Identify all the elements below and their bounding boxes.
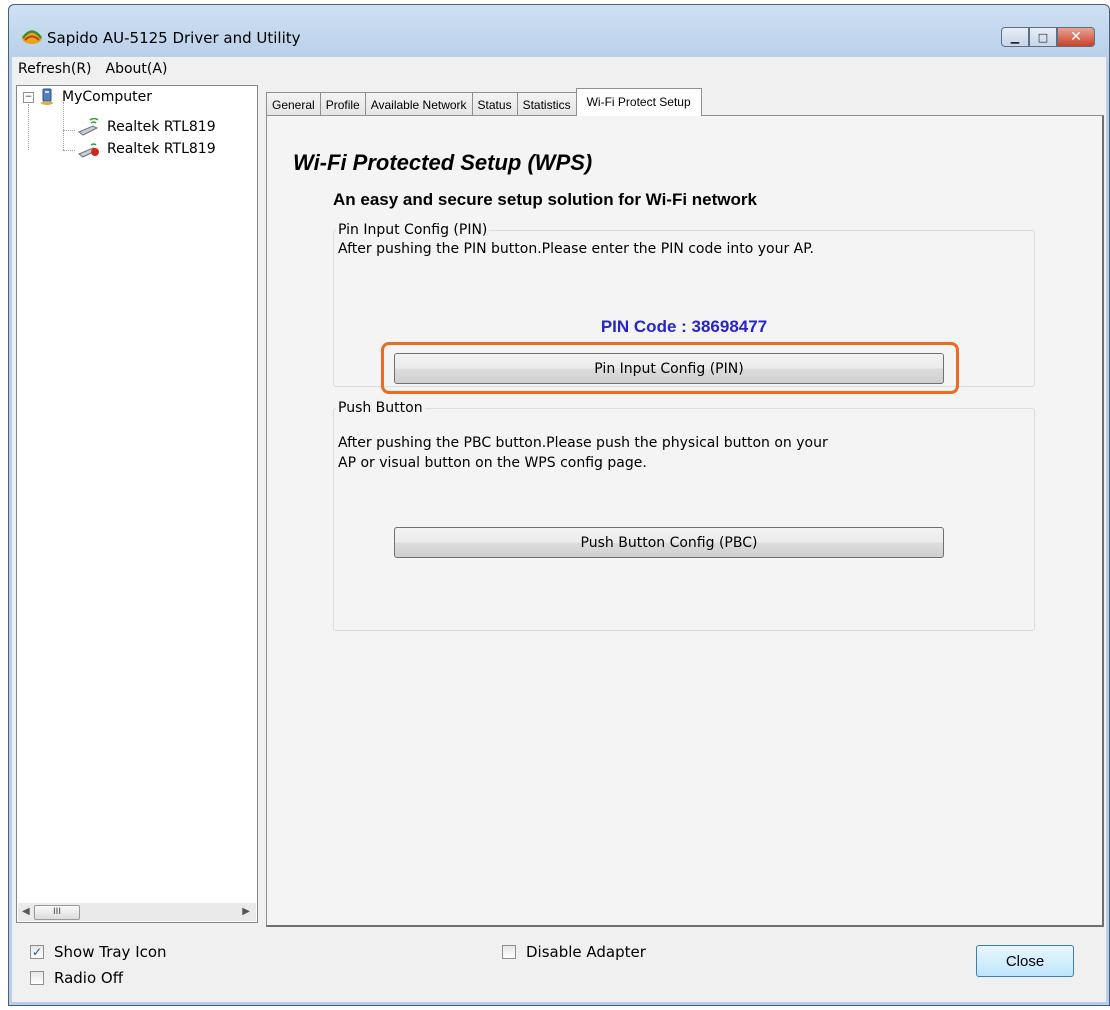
pin-description: After pushing the PIN button.Please ente… [338, 241, 814, 257]
tree-node-adapter-1[interactable]: Realtek RTL819 [77, 118, 216, 136]
checkbox-unchecked-icon[interactable] [502, 945, 516, 959]
close-window-button[interactable]: ✕ [1057, 27, 1095, 47]
app-window: Sapido AU-5125 Driver and Utility ▁ □ ✕ … [8, 4, 1110, 1006]
pbc-description-line1: After pushing the PBC button.Please push… [338, 435, 828, 451]
tab-status[interactable]: Status [471, 92, 518, 116]
tree-horizontal-scrollbar[interactable]: ◀ III ▶ [18, 903, 256, 921]
menu-about[interactable]: About(A) [100, 61, 176, 77]
maximize-icon: □ [1037, 30, 1049, 44]
tab-profile[interactable]: Profile [319, 92, 366, 116]
tab-statistics[interactable]: Statistics [516, 92, 577, 116]
page-subtitle: An easy and secure setup solution for Wi… [333, 190, 757, 209]
tab-available-network[interactable]: Available Network [364, 92, 473, 116]
checkbox-checked-icon[interactable]: ✓ [30, 945, 44, 959]
pin-group-label: Pin Input Config (PIN) [336, 222, 490, 238]
tab-strip: General Profile Available Network Status… [266, 88, 702, 116]
pin-code-value: PIN Code : 38698477 [600, 317, 768, 336]
wps-tab-page: Wi-Fi Protected Setup (WPS) An easy and … [266, 115, 1104, 927]
window-title: Sapido AU-5125 Driver and Utility [47, 29, 301, 47]
show-tray-icon-checkbox[interactable]: ✓ Show Tray Icon [30, 943, 167, 961]
tree-connector [63, 150, 75, 151]
tree-connector [28, 104, 29, 150]
push-button-config-button[interactable]: Push Button Config (PBC) [394, 527, 944, 558]
maximize-button[interactable]: □ [1029, 27, 1057, 47]
close-button[interactable]: Close [976, 945, 1074, 977]
tree-node-mycomputer[interactable]: − MyComputer [23, 88, 152, 106]
client-area: Refresh(R) About(A) − MyComputer Realtek… [12, 57, 1106, 1002]
disable-adapter-checkbox[interactable]: Disable Adapter [502, 943, 646, 961]
adapter-tree[interactable]: − MyComputer Realtek RTL819 Realtek RTL8… [16, 85, 258, 923]
radio-off-checkbox[interactable]: Radio Off [30, 969, 123, 987]
page-title: Wi-Fi Protected Setup (WPS) [293, 150, 593, 175]
tree-connector [63, 102, 64, 150]
wireless-adapter-icon [78, 118, 99, 136]
title-bar[interactable]: Sapido AU-5125 Driver and Utility ▁ □ ✕ [9, 5, 1109, 57]
menu-bar: Refresh(R) About(A) [12, 57, 1106, 81]
scroll-right-icon[interactable]: ▶ [242, 906, 250, 917]
highlight-outline [381, 342, 959, 394]
wireless-adapter-error-icon [78, 143, 99, 158]
checkbox-unchecked-icon[interactable] [30, 971, 44, 985]
menu-refresh[interactable]: Refresh(R) [12, 61, 100, 77]
pbc-description-line2: AP or visual button on the WPS config pa… [338, 455, 647, 471]
minimize-icon: ▁ [1010, 30, 1020, 44]
window-controls: ▁ □ ✕ [1001, 27, 1095, 47]
minimize-button[interactable]: ▁ [1001, 27, 1029, 47]
close-icon: ✕ [1070, 29, 1082, 45]
tab-wifi-protect-setup[interactable]: Wi-Fi Protect Setup [575, 88, 702, 116]
tree-label-adapter-1: Realtek RTL819 [107, 119, 216, 135]
tab-general[interactable]: General [266, 92, 321, 116]
show-tray-icon-label: Show Tray Icon [54, 943, 167, 961]
tree-connector [63, 130, 75, 131]
app-logo-icon [21, 30, 43, 44]
computer-icon [41, 88, 53, 105]
tree-node-adapter-2[interactable]: Realtek RTL819 [77, 140, 216, 158]
scroll-thumb[interactable]: III [34, 905, 80, 920]
pbc-group-label: Push Button [336, 400, 425, 416]
radio-off-label: Radio Off [54, 969, 124, 987]
tree-label-mycomputer: MyComputer [62, 89, 152, 105]
collapse-icon[interactable]: − [23, 91, 34, 103]
pbc-groupbox: Push Button After pushing the PBC button… [333, 400, 1035, 631]
disable-adapter-label: Disable Adapter [526, 943, 646, 961]
tree-label-adapter-2: Realtek RTL819 [107, 141, 216, 157]
scroll-left-icon[interactable]: ◀ [22, 906, 30, 917]
